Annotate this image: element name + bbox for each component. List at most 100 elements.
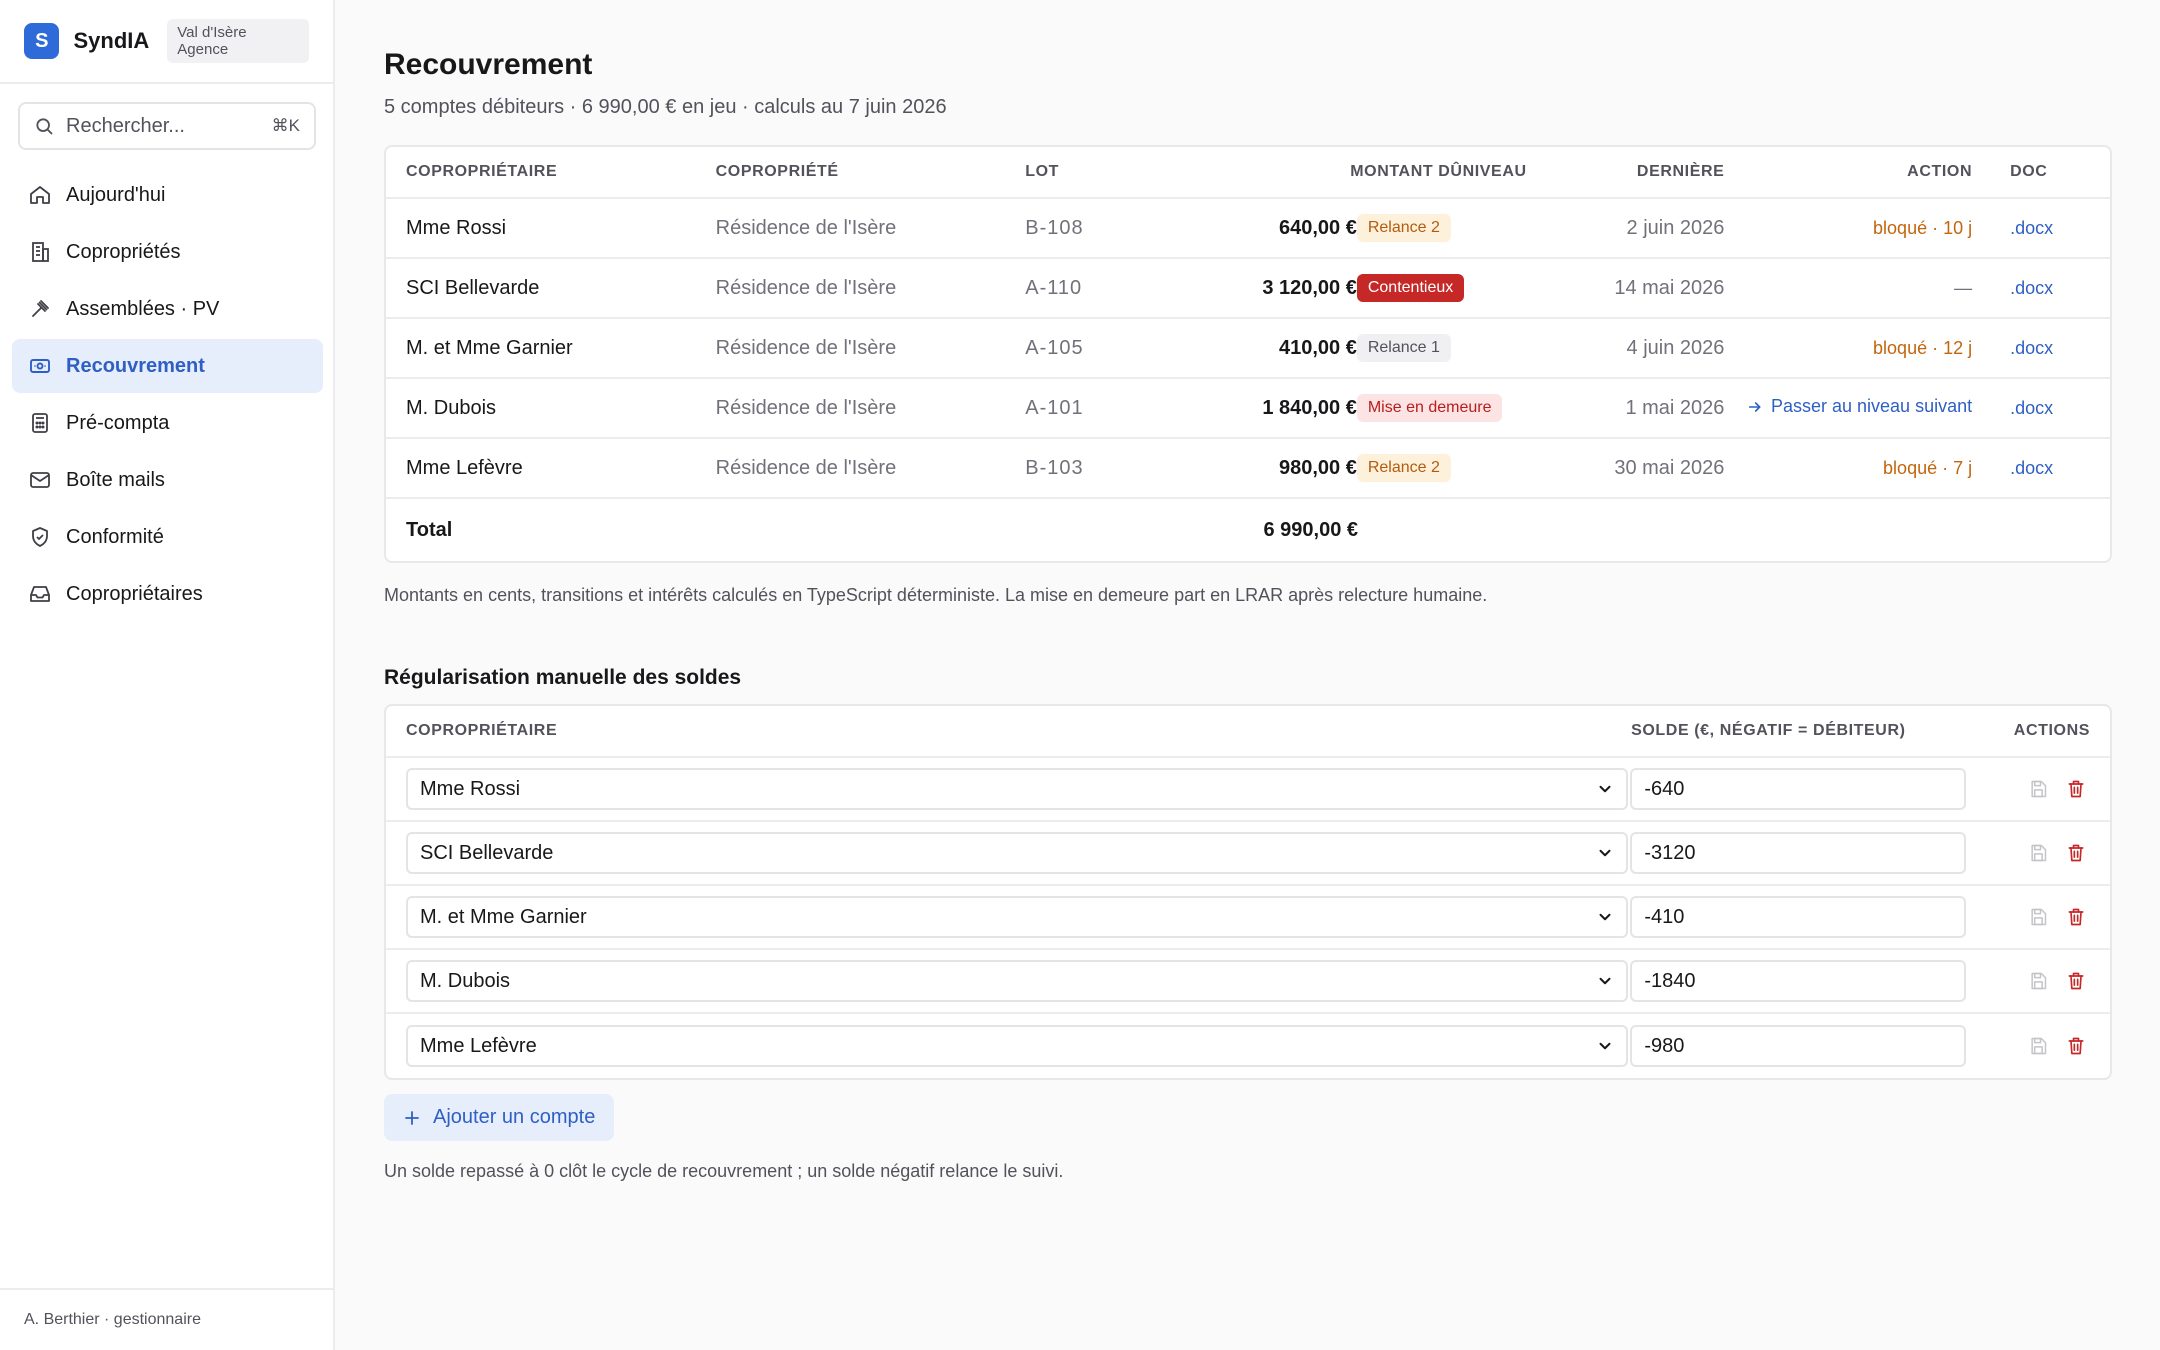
trash-icon bbox=[2068, 844, 2084, 862]
sidebar-item-aujourdhui[interactable]: Aujourd'hui bbox=[12, 168, 323, 222]
solde-cell bbox=[1628, 768, 1967, 810]
table-row: Mme Rossi bbox=[386, 758, 2110, 822]
sidebar-item-conformite[interactable]: Conformité bbox=[12, 510, 323, 564]
table-row[interactable]: M. et Mme Garnier Résidence de l'Isère A… bbox=[386, 319, 2110, 379]
sidebar-item-label: Aujourd'hui bbox=[66, 183, 166, 206]
next-level-link[interactable]: Passer au niveau suivant bbox=[1747, 396, 1972, 417]
sidebar: S SyndIA Val d'Isère Agence ⌘K Aujourd'h… bbox=[0, 0, 335, 1350]
sidebar-item-label: Conformité bbox=[66, 525, 164, 548]
main-content: Recouvrement 5 comptes débiteurs · 6 990… bbox=[384, 0, 2112, 1182]
column-header-doc[interactable]: Doc bbox=[1972, 163, 2090, 181]
select-box[interactable]: Mme Lefèvre bbox=[406, 1025, 1629, 1067]
docx-link[interactable]: .docx bbox=[1972, 458, 2090, 479]
save-icon bbox=[2031, 972, 2047, 990]
coproprietaire-select[interactable]: M. et Mme Garnier bbox=[406, 896, 1629, 938]
cell-action: bloqué · 7 j bbox=[1724, 458, 1972, 479]
delete-button[interactable] bbox=[2066, 1036, 2086, 1056]
banknote-icon bbox=[30, 359, 50, 373]
cell-action: bloqué · 10 j bbox=[1724, 218, 1972, 239]
solde-cell bbox=[1628, 896, 1967, 938]
docx-link[interactable]: .docx bbox=[1972, 338, 2090, 359]
add-account-button[interactable]: Ajouter un compte bbox=[384, 1094, 615, 1141]
save-icon bbox=[2031, 844, 2047, 862]
save-button[interactable] bbox=[2028, 779, 2048, 799]
gavel-icon bbox=[32, 300, 49, 317]
cell-last: 30 mai 2026 bbox=[1614, 456, 1725, 479]
save-icon bbox=[2031, 1037, 2047, 1055]
total-row: Total 6 990,00 € bbox=[386, 499, 2110, 561]
save-button[interactable] bbox=[2028, 1036, 2048, 1056]
cell-lot: A-105 bbox=[1025, 336, 1084, 359]
save-icon bbox=[2031, 780, 2047, 798]
select-box[interactable]: SCI Bellevarde bbox=[406, 832, 1629, 874]
next-level-label: Passer au niveau suivant bbox=[1770, 396, 1973, 417]
cell-amount: 640,00 € bbox=[1278, 216, 1357, 239]
table-row[interactable]: M. Dubois Résidence de l'Isère A-101 1 8… bbox=[386, 379, 2110, 439]
sidebar-item-boite-mails[interactable]: Boîte mails bbox=[12, 453, 323, 507]
docx-link[interactable]: .docx bbox=[1972, 398, 2090, 419]
user-label: A. Berthier · gestionnaire bbox=[24, 1311, 201, 1328]
save-icon bbox=[2031, 908, 2047, 926]
coproprietaire-select[interactable]: Mme Rossi bbox=[406, 768, 1629, 810]
cell-lot: B-108 bbox=[1025, 216, 1084, 239]
page-subtitle: 5 comptes débiteurs · 6 990,00 € en jeu … bbox=[384, 96, 947, 118]
sidebar-item-label: Recouvrement bbox=[66, 354, 205, 377]
sidebar-item-coproprietes[interactable]: Copropriétés bbox=[12, 225, 323, 279]
select-box[interactable]: M. et Mme Garnier bbox=[406, 896, 1629, 938]
solde-input[interactable] bbox=[1630, 1025, 1967, 1067]
cell-name: SCI Bellevarde bbox=[406, 276, 540, 299]
cell-niveau: Relance 1 bbox=[1356, 334, 1527, 362]
search-input[interactable] bbox=[66, 114, 256, 138]
sidebar-item-recouvrement[interactable]: Recouvrement bbox=[12, 339, 323, 393]
cell-name: M. et Mme Garnier bbox=[406, 336, 573, 359]
cell-copropriete: Résidence de l'Isère bbox=[715, 336, 897, 359]
brand-logo[interactable]: S bbox=[24, 23, 60, 59]
status-badge: Relance 1 bbox=[1356, 334, 1451, 362]
save-button[interactable] bbox=[2028, 907, 2048, 927]
select-box[interactable]: M. Dubois bbox=[406, 960, 1629, 1002]
current-user[interactable]: A. Berthier · gestionnaire bbox=[0, 1288, 333, 1350]
select-box[interactable]: Mme Rossi bbox=[406, 768, 1629, 810]
recouvrement-table: Copropriétaire Copropriété Lot Montant D… bbox=[384, 145, 2112, 563]
cell-last: 14 mai 2026 bbox=[1614, 276, 1725, 299]
status-badge: Contentieux bbox=[1356, 274, 1465, 302]
coproprietaire-select[interactable]: SCI Bellevarde bbox=[406, 832, 1629, 874]
table-row[interactable]: Mme Rossi Résidence de l'Isère B-108 640… bbox=[386, 199, 2110, 259]
save-button[interactable] bbox=[2028, 971, 2048, 991]
cell-name: Mme Rossi bbox=[406, 216, 507, 239]
sidebar-item-assemblees[interactable]: Assemblées · PV bbox=[12, 282, 323, 336]
search-box[interactable]: ⌘K bbox=[18, 102, 316, 150]
table-row: M. Dubois bbox=[386, 950, 2110, 1014]
coproprietaire-select[interactable]: Mme Lefèvre bbox=[406, 1025, 1629, 1067]
table-row[interactable]: Mme Lefèvre Résidence de l'Isère B-103 9… bbox=[386, 439, 2110, 499]
trash-icon bbox=[2068, 1037, 2084, 1055]
delete-button[interactable] bbox=[2066, 779, 2086, 799]
sidebar-item-coproprietaires[interactable]: Copropriétaires bbox=[12, 567, 323, 621]
trash-icon bbox=[2068, 780, 2084, 798]
cell-niveau: Relance 2 bbox=[1356, 214, 1527, 242]
column-header-lot[interactable]: Lot bbox=[1025, 163, 1165, 181]
delete-button[interactable] bbox=[2066, 907, 2086, 927]
table-row[interactable]: SCI Bellevarde Résidence de l'Isère A-11… bbox=[386, 259, 2110, 319]
solde-input[interactable] bbox=[1630, 768, 1967, 810]
solde-input[interactable] bbox=[1630, 896, 1967, 938]
row-actions bbox=[1964, 971, 2090, 991]
save-button[interactable] bbox=[2028, 843, 2048, 863]
delete-button[interactable] bbox=[2066, 971, 2086, 991]
sidebar-item-pre-compta[interactable]: Pré-compta bbox=[12, 396, 323, 450]
agency-badge[interactable]: Val d'Isère Agence bbox=[167, 19, 309, 63]
status-badge: Mise en demeure bbox=[1356, 394, 1503, 422]
column-header-derniere[interactable]: Dernière bbox=[1527, 163, 1725, 181]
delete-button[interactable] bbox=[2066, 843, 2086, 863]
coproprietaire-select[interactable]: M. Dubois bbox=[406, 960, 1629, 1002]
column-header-coproprietaire[interactable]: Copropriétaire bbox=[406, 163, 716, 181]
solde-input[interactable] bbox=[1630, 960, 1967, 1002]
column-header-copropriete[interactable]: Copropriété bbox=[716, 163, 1026, 181]
brand-name[interactable]: SyndIA bbox=[73, 28, 149, 54]
column-header-action[interactable]: Action bbox=[1724, 163, 1972, 181]
cell-name: M. Dubois bbox=[406, 396, 497, 419]
docx-link[interactable]: .docx bbox=[1972, 278, 2090, 299]
column-header-montant-niveau[interactable]: Montant DûNiveau bbox=[1165, 163, 1527, 181]
docx-link[interactable]: .docx bbox=[1972, 218, 2090, 239]
solde-input[interactable] bbox=[1630, 832, 1967, 874]
